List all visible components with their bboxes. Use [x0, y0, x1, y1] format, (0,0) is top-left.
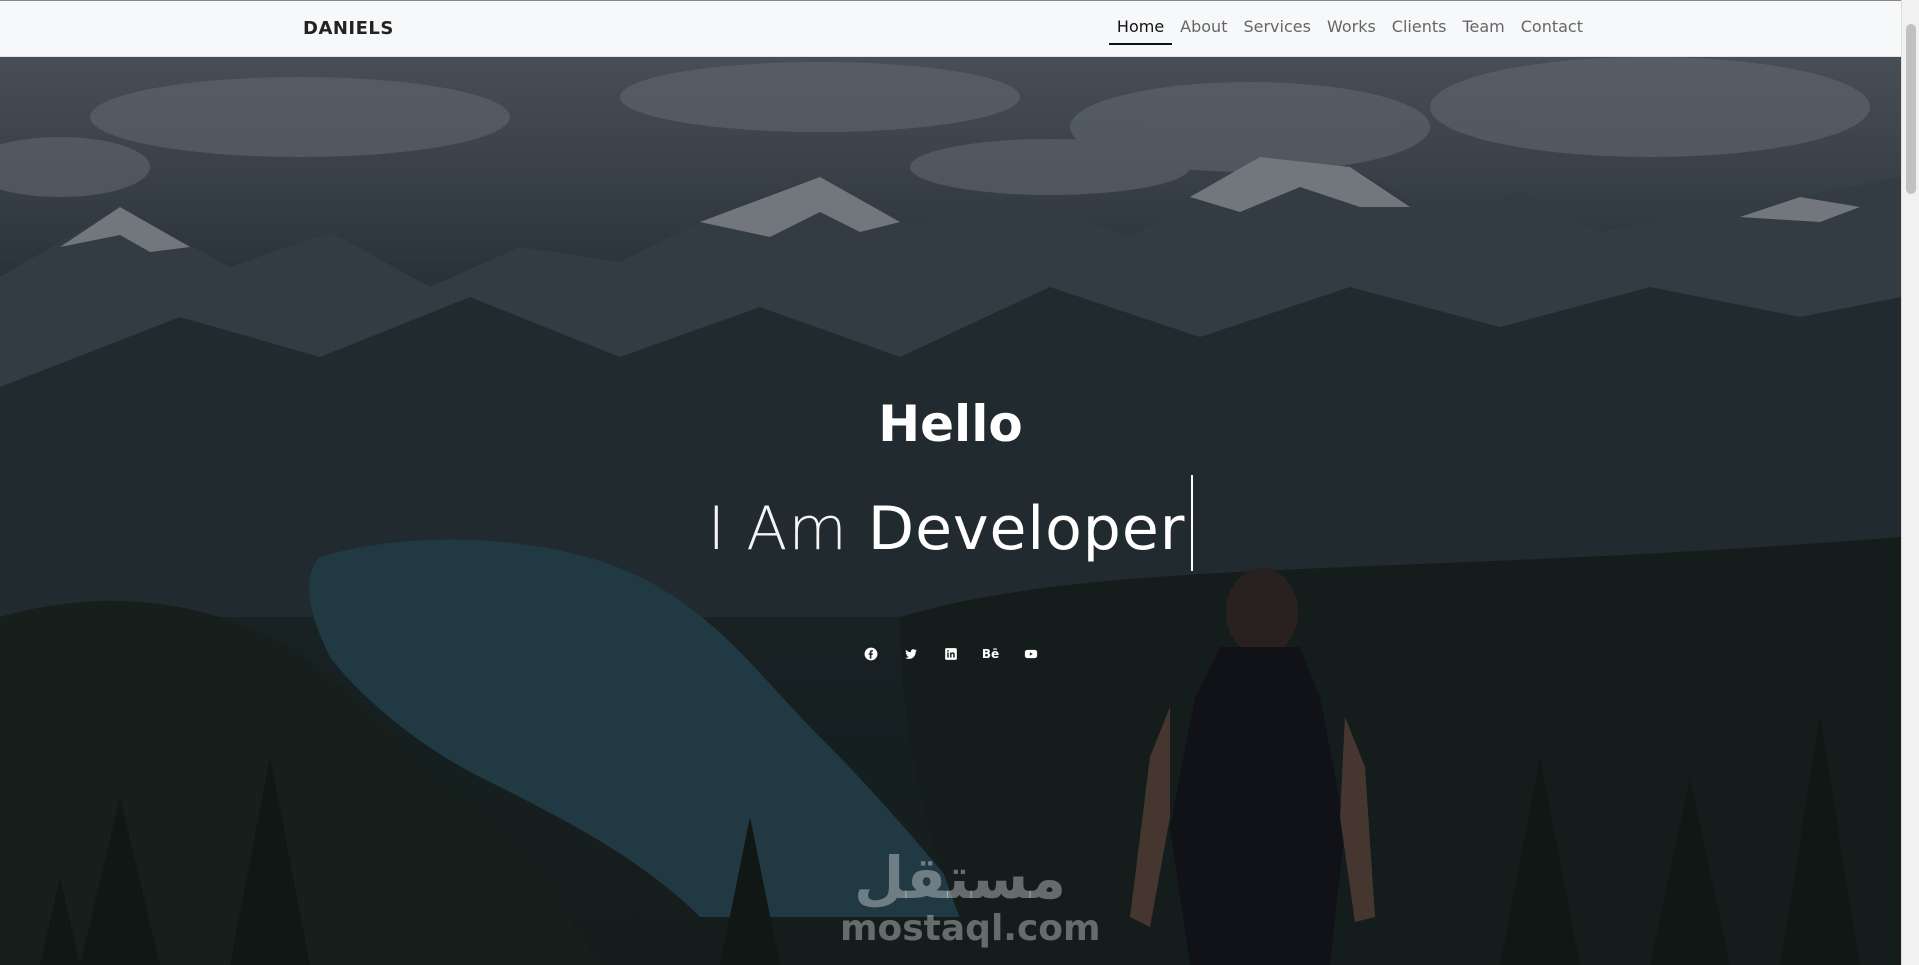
social-links: Bē: [0, 643, 1901, 665]
scrollbar-thumb[interactable]: [1906, 24, 1916, 194]
hero-section: Hello I Am Developer Bē مستقل mostaql.co…: [0, 57, 1901, 965]
youtube-icon[interactable]: [1020, 643, 1042, 665]
hero-role: Developer: [867, 494, 1186, 564]
main-nav: Home About Services Works Clients Team C…: [1108, 1, 1591, 56]
mostaql-watermark: مستقل mostaql.com: [840, 844, 1101, 949]
top-navbar: DANIELS Home About Services Works Client…: [0, 0, 1901, 57]
linkedin-icon[interactable]: [940, 643, 962, 665]
nav-item-about[interactable]: About: [1172, 13, 1235, 45]
typing-caret: [1191, 475, 1194, 571]
nav-item-home[interactable]: Home: [1108, 13, 1173, 45]
brand-logo[interactable]: DANIELS: [303, 18, 394, 39]
nav-item-clients[interactable]: Clients: [1384, 13, 1455, 45]
watermark-arabic: مستقل: [853, 844, 1067, 912]
hero-typed-line: I Am Developer: [0, 475, 1901, 571]
nav-item-team[interactable]: Team: [1454, 13, 1512, 45]
behance-icon[interactable]: Bē: [980, 643, 1002, 665]
hero-content: Hello I Am Developer Bē: [0, 57, 1901, 965]
facebook-icon[interactable]: [860, 643, 882, 665]
hero-greeting: Hello: [878, 395, 1023, 453]
nav-item-services[interactable]: Services: [1235, 13, 1318, 45]
watermark-domain: mostaql.com: [840, 908, 1101, 949]
twitter-icon[interactable]: [900, 643, 922, 665]
nav-item-contact[interactable]: Contact: [1513, 13, 1591, 45]
page-scrollbar[interactable]: [1901, 0, 1919, 965]
hero-prefix: I Am: [707, 494, 848, 564]
nav-item-works[interactable]: Works: [1319, 13, 1384, 45]
